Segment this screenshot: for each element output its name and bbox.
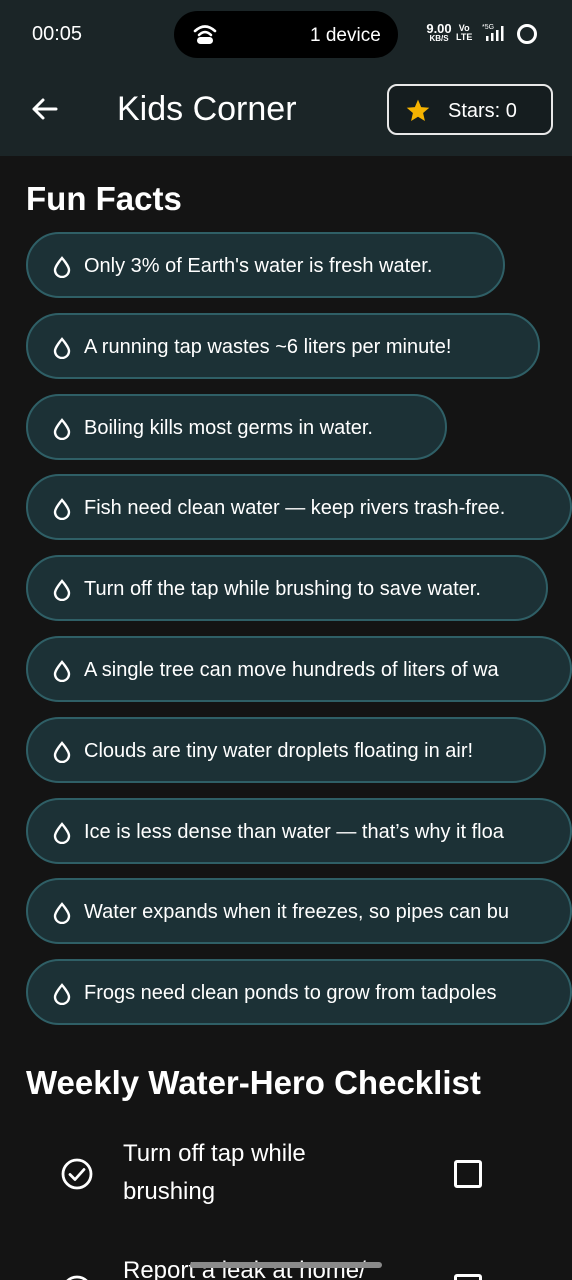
connected-devices-text: 1 device <box>310 25 381 46</box>
status-bar: 00:05 1 device 9.00 KB/S Vo LTE *5G <box>0 0 572 70</box>
fact-chip[interactable]: Turn off the tap while brushing to save … <box>26 555 548 621</box>
fun-facts-heading: Fun Facts <box>26 180 182 217</box>
checkbox-icon[interactable] <box>454 1160 482 1188</box>
fact-chip[interactable]: A running tap wastes ~6 liters per minut… <box>26 313 540 379</box>
checklist-heading: Weekly Water-Hero Checklist <box>26 1064 481 1101</box>
fact-chip[interactable]: Ice is less dense than water — that’s wh… <box>26 798 572 864</box>
checkbox-icon[interactable] <box>454 1274 482 1280</box>
star-icon <box>406 99 430 121</box>
check-circle-icon <box>66 1275 88 1280</box>
dynamic-island: 1 device <box>174 11 398 58</box>
water-drop-icon <box>53 418 71 440</box>
status-time: 00:05 <box>32 23 83 45</box>
fact-chip[interactable]: Clouds are tiny water droplets floating … <box>26 717 546 783</box>
svg-text:*5G: *5G <box>482 24 494 31</box>
fact-chip[interactable]: Only 3% of Earth's water is fresh water. <box>26 232 505 298</box>
checklist-item[interactable]: Turn off tap while brushing <box>0 1135 572 1215</box>
fact-text: Ice is less dense than water — that’s wh… <box>84 821 504 843</box>
water-drop-icon <box>53 579 71 601</box>
network-speed: 9.00 KB/S <box>426 21 452 43</box>
fact-text: Fish need clean water — keep rivers tras… <box>84 497 506 519</box>
hotspot-icon <box>193 25 217 44</box>
fact-text: A running tap wastes ~6 liters per minut… <box>84 336 452 358</box>
home-indicator[interactable] <box>190 1262 382 1268</box>
stars-label: Stars: 0 <box>448 100 517 122</box>
fact-chip[interactable]: Fish need clean water — keep rivers tras… <box>26 474 572 540</box>
water-drop-icon <box>53 256 71 278</box>
fact-text: Water expands when it freezes, so pipes … <box>84 901 510 923</box>
fact-chip[interactable]: A single tree can move hundreds of liter… <box>26 636 572 702</box>
signal-icon: *5G <box>482 24 504 41</box>
fact-text: Clouds are tiny water droplets floating … <box>84 740 474 762</box>
fact-text: Boiling kills most germs in water. <box>84 417 373 439</box>
fact-chip[interactable]: Frogs need clean ponds to grow from tadp… <box>26 959 572 1025</box>
water-drop-icon <box>53 660 71 682</box>
back-arrow-icon[interactable] <box>28 92 62 126</box>
water-drop-icon <box>53 337 71 359</box>
water-drop-icon <box>53 498 71 520</box>
water-drop-icon <box>53 902 71 924</box>
fact-text: Frogs need clean ponds to grow from tadp… <box>84 982 497 1004</box>
app-bar: Kids Corner Stars: 0 <box>0 70 572 156</box>
battery-ring-icon <box>517 24 537 44</box>
fact-text: A single tree can move hundreds of liter… <box>84 659 499 681</box>
water-drop-icon <box>53 741 71 763</box>
fact-text: Turn off the tap while brushing to save … <box>84 578 481 600</box>
checklist-item-label: Turn off tap while brushing <box>123 1140 306 1205</box>
stars-counter-button[interactable]: Stars: 0 <box>387 84 553 135</box>
water-drop-icon <box>53 983 71 1005</box>
water-drop-icon <box>53 822 71 844</box>
page-title: Kids Corner <box>117 90 297 128</box>
volte-indicator: Vo LTE <box>456 23 473 42</box>
check-circle-icon <box>61 1158 93 1190</box>
fact-chip[interactable]: Water expands when it freezes, so pipes … <box>26 878 572 944</box>
fact-chip[interactable]: Boiling kills most germs in water. <box>26 394 447 460</box>
fact-text: Only 3% of Earth's water is fresh water. <box>84 255 433 277</box>
